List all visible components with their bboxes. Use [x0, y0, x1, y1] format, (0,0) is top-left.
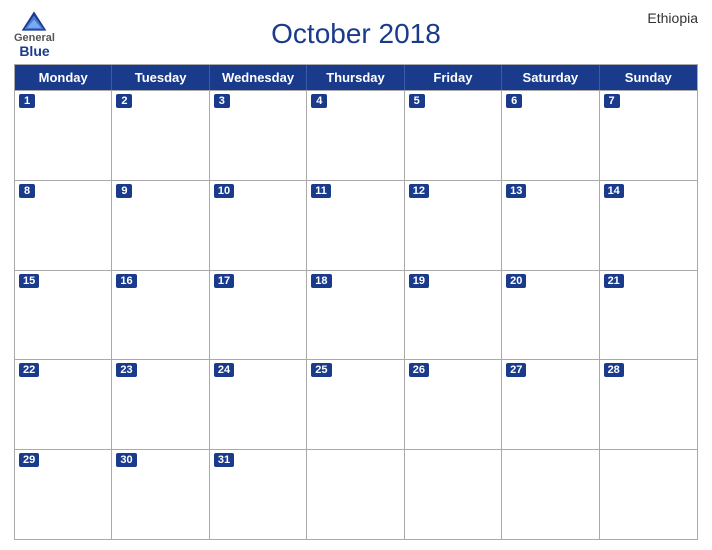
day-number: 7 — [604, 94, 620, 108]
calendar-page: General Blue October 2018 Ethiopia Monda… — [0, 0, 712, 550]
day-cell-4-3 — [307, 450, 404, 539]
day-cell-0-0: 1 — [15, 91, 112, 180]
day-number: 15 — [19, 274, 39, 288]
day-cell-1-1: 9 — [112, 181, 209, 270]
day-cell-2-1: 16 — [112, 271, 209, 360]
day-number: 31 — [214, 453, 234, 467]
day-number: 22 — [19, 363, 39, 377]
day-cell-1-5: 13 — [502, 181, 599, 270]
day-cell-4-2: 31 — [210, 450, 307, 539]
day-cell-3-6: 28 — [600, 360, 697, 449]
header-tuesday: Tuesday — [112, 65, 209, 90]
day-number: 26 — [409, 363, 429, 377]
day-cell-4-1: 30 — [112, 450, 209, 539]
country-label: Ethiopia — [647, 10, 698, 26]
day-cell-3-2: 24 — [210, 360, 307, 449]
day-number: 21 — [604, 274, 624, 288]
day-cell-2-3: 18 — [307, 271, 404, 360]
header-saturday: Saturday — [502, 65, 599, 90]
day-number: 2 — [116, 94, 132, 108]
day-cell-1-0: 8 — [15, 181, 112, 270]
day-cell-3-1: 23 — [112, 360, 209, 449]
day-number: 11 — [311, 184, 331, 198]
day-number: 8 — [19, 184, 35, 198]
day-number: 9 — [116, 184, 132, 198]
day-cell-2-4: 19 — [405, 271, 502, 360]
day-cell-3-5: 27 — [502, 360, 599, 449]
day-cell-0-6: 7 — [600, 91, 697, 180]
day-cell-2-0: 15 — [15, 271, 112, 360]
header-friday: Friday — [405, 65, 502, 90]
day-cell-0-2: 3 — [210, 91, 307, 180]
day-cell-0-4: 5 — [405, 91, 502, 180]
day-cell-3-0: 22 — [15, 360, 112, 449]
header-sunday: Sunday — [600, 65, 697, 90]
day-number: 29 — [19, 453, 39, 467]
day-cell-0-1: 2 — [112, 91, 209, 180]
day-number: 18 — [311, 274, 331, 288]
week-row-4: 22 23 24 25 26 27 28 — [15, 359, 697, 449]
day-number: 16 — [116, 274, 136, 288]
day-cell-2-6: 21 — [600, 271, 697, 360]
day-number: 14 — [604, 184, 624, 198]
day-number: 23 — [116, 363, 136, 377]
logo-blue-text: Blue — [19, 44, 49, 58]
header-monday: Monday — [15, 65, 112, 90]
day-cell-3-4: 26 — [405, 360, 502, 449]
header-wednesday: Wednesday — [210, 65, 307, 90]
calendar-title: October 2018 — [271, 18, 441, 50]
weeks-container: 1234567891011121314151617181920212223242… — [15, 90, 697, 539]
day-cell-0-3: 4 — [307, 91, 404, 180]
logo-icon — [20, 10, 48, 32]
day-number: 3 — [214, 94, 230, 108]
week-row-1: 1 2 3 4 5 6 7 — [15, 90, 697, 180]
day-number: 6 — [506, 94, 522, 108]
calendar-grid: Monday Tuesday Wednesday Thursday Friday… — [14, 64, 698, 540]
day-cell-4-6 — [600, 450, 697, 539]
day-number: 20 — [506, 274, 526, 288]
week-row-2: 8 9 10 11 12 13 14 — [15, 180, 697, 270]
day-cell-1-2: 10 — [210, 181, 307, 270]
day-headers-row: Monday Tuesday Wednesday Thursday Friday… — [15, 65, 697, 90]
day-number: 19 — [409, 274, 429, 288]
day-cell-0-5: 6 — [502, 91, 599, 180]
day-cell-1-3: 11 — [307, 181, 404, 270]
day-number: 25 — [311, 363, 331, 377]
day-number: 13 — [506, 184, 526, 198]
week-row-5: 29 30 31 — [15, 449, 697, 539]
day-cell-2-2: 17 — [210, 271, 307, 360]
logo: General Blue — [14, 10, 55, 58]
day-number: 4 — [311, 94, 327, 108]
day-number: 17 — [214, 274, 234, 288]
day-cell-3-3: 25 — [307, 360, 404, 449]
calendar-header: General Blue October 2018 Ethiopia — [14, 10, 698, 58]
header-thursday: Thursday — [307, 65, 404, 90]
day-cell-2-5: 20 — [502, 271, 599, 360]
day-number: 28 — [604, 363, 624, 377]
day-number: 27 — [506, 363, 526, 377]
day-number: 24 — [214, 363, 234, 377]
day-cell-4-0: 29 — [15, 450, 112, 539]
day-number: 10 — [214, 184, 234, 198]
day-number: 12 — [409, 184, 429, 198]
day-cell-1-4: 12 — [405, 181, 502, 270]
day-cell-4-5 — [502, 450, 599, 539]
day-cell-4-4 — [405, 450, 502, 539]
day-cell-1-6: 14 — [600, 181, 697, 270]
day-number: 30 — [116, 453, 136, 467]
day-number: 1 — [19, 94, 35, 108]
week-row-3: 15 16 17 18 19 20 21 — [15, 270, 697, 360]
day-number: 5 — [409, 94, 425, 108]
